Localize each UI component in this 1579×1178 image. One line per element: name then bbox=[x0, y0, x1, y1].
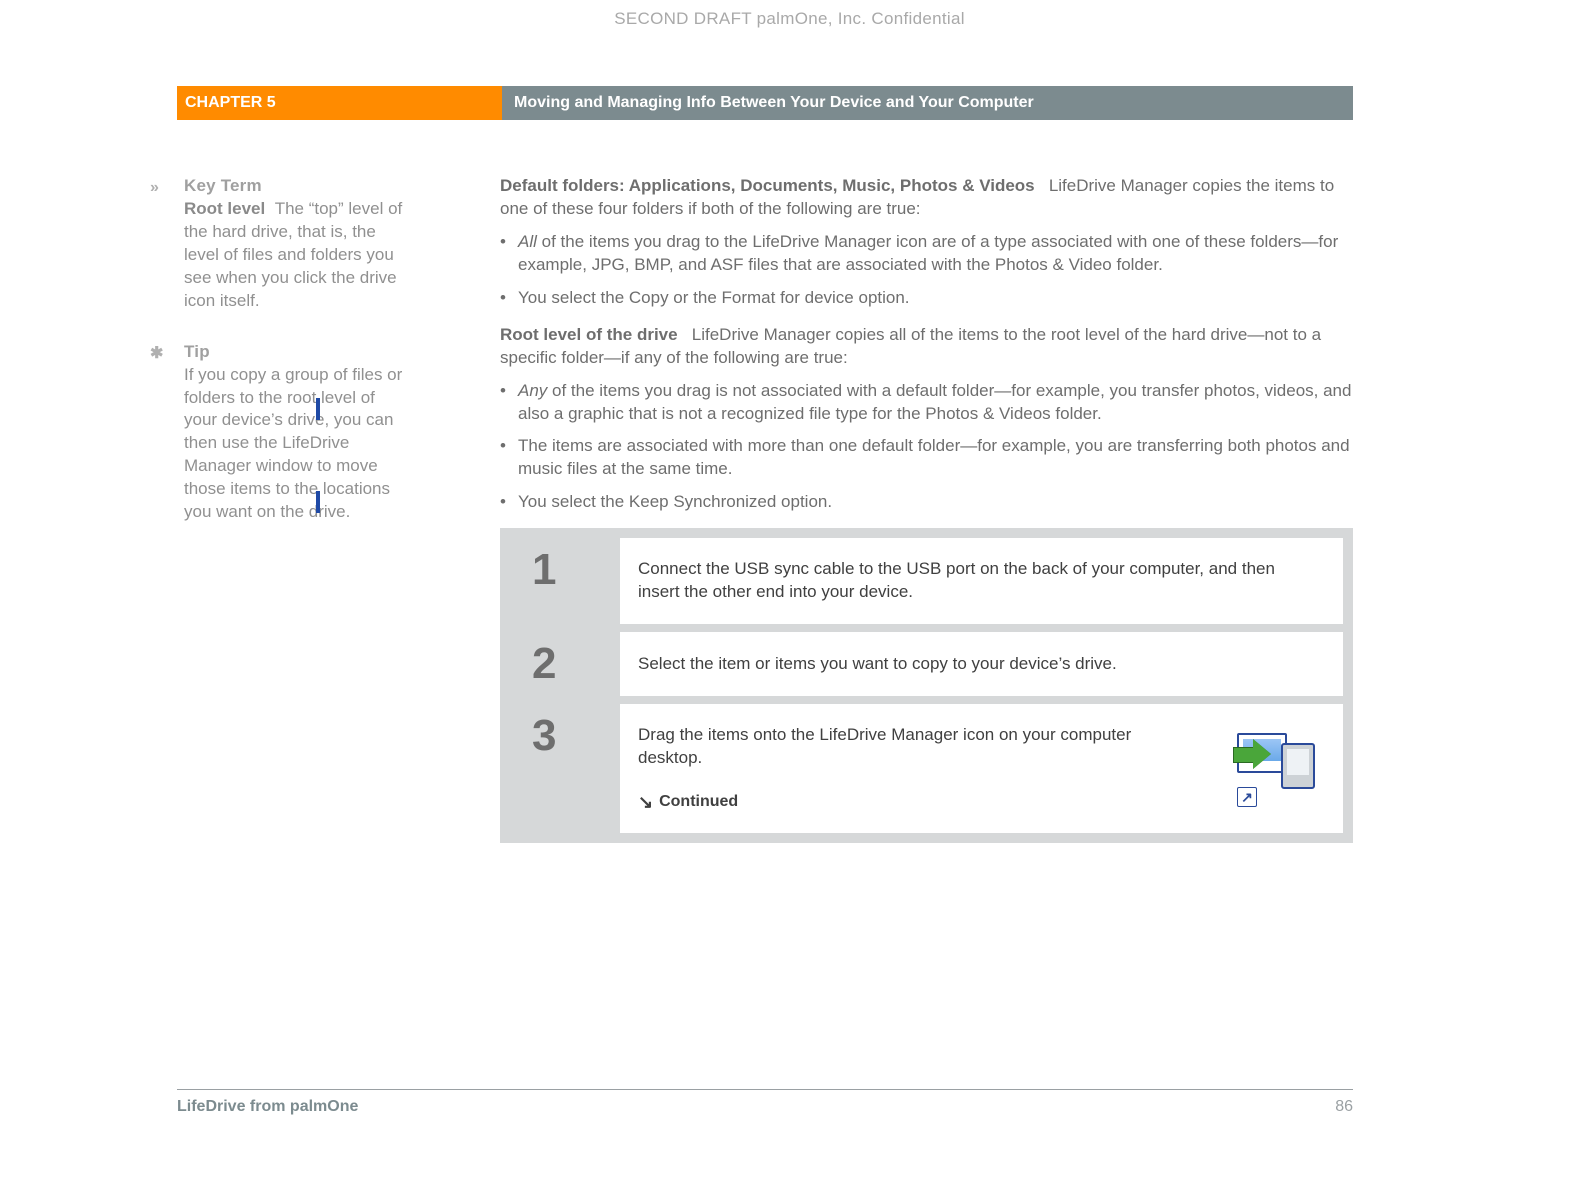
list-item: All of the items you drag to the LifeDri… bbox=[500, 231, 1353, 277]
step-text-content: Drag the items onto the LifeDrive Manage… bbox=[638, 725, 1131, 767]
root-level-lead-bold: Root level of the drive bbox=[500, 325, 678, 344]
step-number: 1 bbox=[510, 538, 620, 624]
list-item: You select the Keep Synchronized option. bbox=[500, 491, 1353, 514]
bullet-text: of the items you drag to the LifeDrive M… bbox=[518, 232, 1338, 274]
chapter-label: CHAPTER 5 bbox=[177, 86, 502, 120]
chapter-header-band: CHAPTER 5 Moving and Managing Info Betwe… bbox=[0, 86, 1579, 120]
step-row: 1 Connect the USB sync cable to the USB … bbox=[510, 538, 1343, 624]
tip-block: ✱ Tip If you copy a group of files or fo… bbox=[150, 341, 410, 525]
change-bar-icon bbox=[316, 398, 320, 420]
shortcut-badge-icon: ↗ bbox=[1237, 787, 1257, 807]
steps-box: 1 Connect the USB sync cable to the USB … bbox=[500, 528, 1353, 842]
step-row: 3 Drag the items onto the LifeDrive Mana… bbox=[510, 704, 1343, 832]
bullet-text: of the items you drag is not associated … bbox=[518, 381, 1351, 423]
step-text: Connect the USB sync cable to the USB po… bbox=[620, 538, 1343, 624]
step-row: 2 Select the item or items you want to c… bbox=[510, 632, 1343, 696]
list-item: The items are associated with more than … bbox=[500, 435, 1353, 481]
confidential-watermark: SECOND DRAFT palmOne, Inc. Confidential bbox=[614, 8, 965, 31]
lifedrive-manager-icon: ↗ bbox=[1229, 729, 1315, 807]
emph-all: All bbox=[518, 232, 537, 251]
keyterm-icon: » bbox=[150, 177, 159, 199]
bullet-text: The items are associated with more than … bbox=[518, 436, 1350, 478]
change-bar-icon bbox=[316, 491, 320, 513]
default-folders-list: All of the items you drag to the LifeDri… bbox=[500, 231, 1353, 310]
continued-label: Continued bbox=[659, 793, 738, 810]
step-number: 3 bbox=[510, 704, 620, 832]
continued-arrow-icon: ↘ bbox=[638, 790, 653, 814]
root-level-lead: Root level of the drive LifeDrive Manage… bbox=[500, 324, 1353, 370]
keyterm-block: » Key Term Root level The “top” level of… bbox=[150, 175, 410, 313]
sidebar: » Key Term Root level The “top” level of… bbox=[150, 175, 440, 843]
tip-heading: Tip bbox=[184, 341, 410, 364]
list-item: You select the Copy or the Format for de… bbox=[500, 287, 1353, 310]
default-folders-lead-bold: Default folders: Applications, Documents… bbox=[500, 176, 1035, 195]
step-text-content: Connect the USB sync cable to the USB po… bbox=[638, 558, 1315, 604]
keyterm-heading: Key Term bbox=[184, 175, 410, 198]
continued-indicator: ↘ Continued bbox=[638, 788, 1189, 813]
product-name: LifeDrive from palmOne bbox=[177, 1096, 358, 1118]
tip-text: If you copy a group of files or folders … bbox=[184, 364, 410, 525]
keyterm-term: Root level bbox=[184, 199, 265, 218]
page-number: 86 bbox=[1335, 1096, 1353, 1118]
page-footer: LifeDrive from palmOne 86 bbox=[177, 1089, 1353, 1118]
step-text: Select the item or items you want to cop… bbox=[620, 632, 1343, 696]
header-right-gap bbox=[1353, 86, 1579, 120]
step-text-content: Select the item or items you want to cop… bbox=[638, 653, 1117, 676]
keyterm-body: Root level The “top” level of the hard d… bbox=[184, 198, 410, 313]
emph-any: Any bbox=[518, 381, 547, 400]
bullet-text: You select the Copy or the Format for de… bbox=[518, 288, 910, 307]
default-folders-lead: Default folders: Applications, Documents… bbox=[500, 175, 1353, 221]
step-number: 2 bbox=[510, 632, 620, 696]
bullet-text: You select the Keep Synchronized option. bbox=[518, 492, 832, 511]
chapter-title: Moving and Managing Info Between Your De… bbox=[502, 86, 1353, 120]
root-level-list: Any of the items you drag is not associa… bbox=[500, 380, 1353, 515]
header-left-gap bbox=[0, 86, 177, 120]
list-item: Any of the items you drag is not associa… bbox=[500, 380, 1353, 426]
tip-icon: ✱ bbox=[150, 343, 163, 365]
step-text: Drag the items onto the LifeDrive Manage… bbox=[620, 704, 1343, 832]
main-content: Default folders: Applications, Documents… bbox=[440, 175, 1353, 843]
